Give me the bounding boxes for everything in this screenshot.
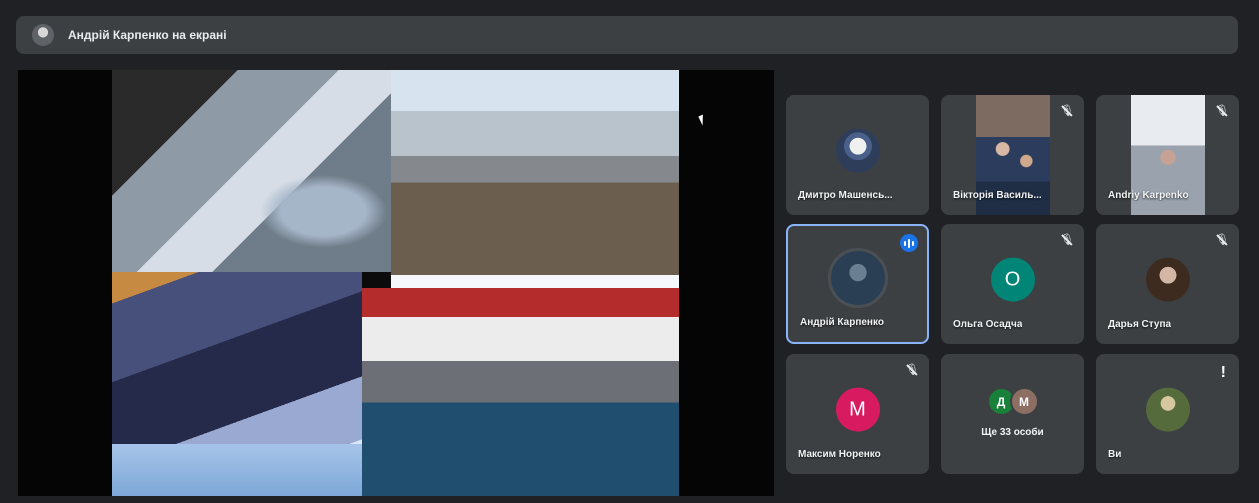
meeting-screen: Андрій Карпенко на екрані Дмитро Машенсь… xyxy=(0,0,1259,503)
photo-divider xyxy=(391,275,679,288)
avatar xyxy=(835,128,880,173)
participant-name: Андрій Карпенко xyxy=(800,317,884,328)
avatar xyxy=(1145,257,1190,302)
more-avatars: Д М xyxy=(986,387,1039,416)
oiled-bird-photo xyxy=(391,70,679,275)
avatar: О xyxy=(990,257,1035,302)
participant-name: Дмитро Машенсь... xyxy=(798,190,893,201)
mic-off-icon xyxy=(905,363,919,377)
participant-tile[interactable]: Дмитро Машенсь... xyxy=(786,95,929,215)
oil-glove-photo xyxy=(112,70,414,272)
participant-name: Дарья Ступа xyxy=(1108,319,1172,330)
participant-name: Andriy Karpenko xyxy=(1108,190,1189,201)
avatar xyxy=(827,248,888,308)
shared-screen[interactable] xyxy=(18,70,774,496)
avatar xyxy=(1145,387,1190,432)
shared-slide xyxy=(112,70,679,496)
participant-name: Максим Норенко xyxy=(798,449,881,460)
self-tile[interactable]: ! Ви xyxy=(1096,354,1239,474)
participant-tile-active[interactable]: Андрій Карпенко xyxy=(786,224,929,344)
mic-off-icon xyxy=(1060,233,1074,247)
alert-icon: ! xyxy=(1220,364,1226,381)
participant-tile[interactable]: О Ольга Осадча xyxy=(941,224,1084,344)
more-participants-label: Ще 33 особи xyxy=(981,427,1044,438)
speaking-icon xyxy=(900,234,918,252)
participant-tile[interactable]: М Максим Норенко xyxy=(786,354,929,474)
photo-bottom-light xyxy=(112,444,362,496)
mini-avatar: М xyxy=(1009,387,1039,416)
presenter-avatar xyxy=(32,24,54,46)
participant-tile[interactable]: Andriy Karpenko xyxy=(1096,95,1239,215)
mic-off-icon xyxy=(1215,104,1229,118)
presenter-label: Андрій Карпенко на екрані xyxy=(68,28,227,42)
presenter-bar[interactable]: Андрій Карпенко на екрані xyxy=(16,16,1238,54)
participant-name: Ви xyxy=(1108,449,1122,460)
participant-tile[interactable]: Вікторія Василь... xyxy=(941,95,1084,215)
more-participants-tile[interactable]: Д М Ще 33 особи xyxy=(941,354,1084,474)
avatar: М xyxy=(835,387,880,432)
participant-name: Ольга Осадча xyxy=(953,319,1023,330)
participant-name: Вікторія Василь... xyxy=(953,190,1042,201)
mic-off-icon xyxy=(1060,104,1074,118)
participant-tile[interactable]: Дарья Ступа xyxy=(1096,224,1239,344)
mic-off-icon xyxy=(1215,233,1229,247)
pelican-photo xyxy=(362,288,679,496)
